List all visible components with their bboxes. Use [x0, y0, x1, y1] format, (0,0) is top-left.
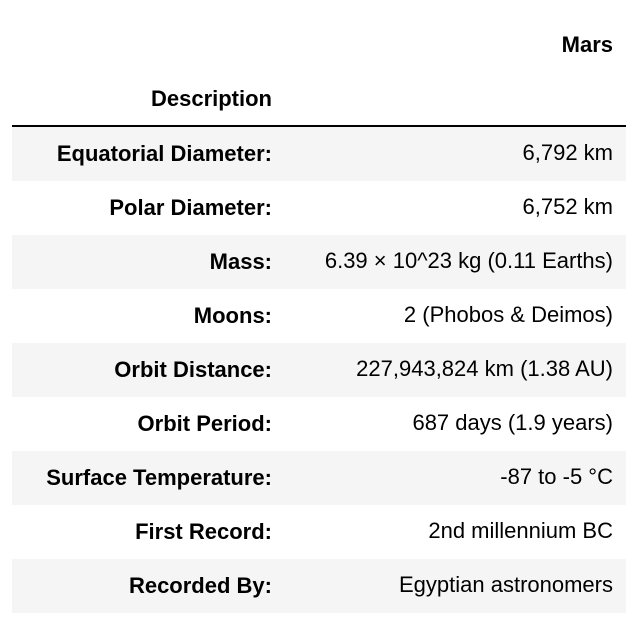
table-row: Recorded By: Egyptian astronomers: [12, 559, 626, 613]
table-row: Polar Diameter: 6,752 km: [12, 181, 626, 235]
table-body: Equatorial Diameter: 6,792 km Polar Diam…: [12, 127, 626, 613]
row-value: 2nd millennium BC: [428, 518, 613, 543]
table-row: Orbit Distance: 227,943,824 km (1.38 AU): [12, 343, 626, 397]
table-row: Mass: 6.39 × 10^23 kg (0.11 Earths): [12, 235, 626, 289]
table-row: First Record: 2nd millennium BC: [12, 505, 626, 559]
row-label: Recorded By:: [128, 573, 272, 598]
row-value: -87 to -5 °C: [500, 464, 613, 489]
row-value: 6.39 × 10^23 kg (0.11 Earths): [324, 248, 613, 273]
row-label: First Record:: [135, 519, 272, 544]
table-row: Orbit Period: 687 days (1.9 years): [12, 397, 626, 451]
row-label: Moons:: [193, 303, 272, 328]
row-label: Orbit Distance:: [114, 357, 272, 382]
row-value: 6,752 km: [522, 194, 614, 219]
table-row: Surface Temperature: -87 to -5 °C: [12, 451, 626, 505]
row-value: 687 days (1.9 years): [412, 410, 613, 435]
row-value: 2 (Phobos & Deimos): [403, 302, 613, 327]
row-label: Mass:: [209, 249, 272, 274]
row-label: Orbit Period:: [137, 411, 272, 436]
row-label: Equatorial Diameter:: [56, 141, 272, 166]
table-row: Equatorial Diameter: 6,792 km: [12, 127, 626, 181]
row-value: 227,943,824 km (1.38 AU): [356, 356, 613, 381]
row-value: Egyptian astronomers: [399, 572, 613, 597]
table-row: Moons: 2 (Phobos & Deimos): [12, 289, 626, 343]
row-label: Polar Diameter:: [109, 195, 272, 220]
column-header-mars: Mars: [561, 32, 613, 57]
row-value: 6,792 km: [522, 140, 614, 165]
row-label: Surface Temperature:: [46, 465, 272, 490]
index-name-description: Description: [150, 86, 272, 111]
mars-facts-table: Mars Description Equatorial Diameter: 6,…: [0, 0, 638, 632]
